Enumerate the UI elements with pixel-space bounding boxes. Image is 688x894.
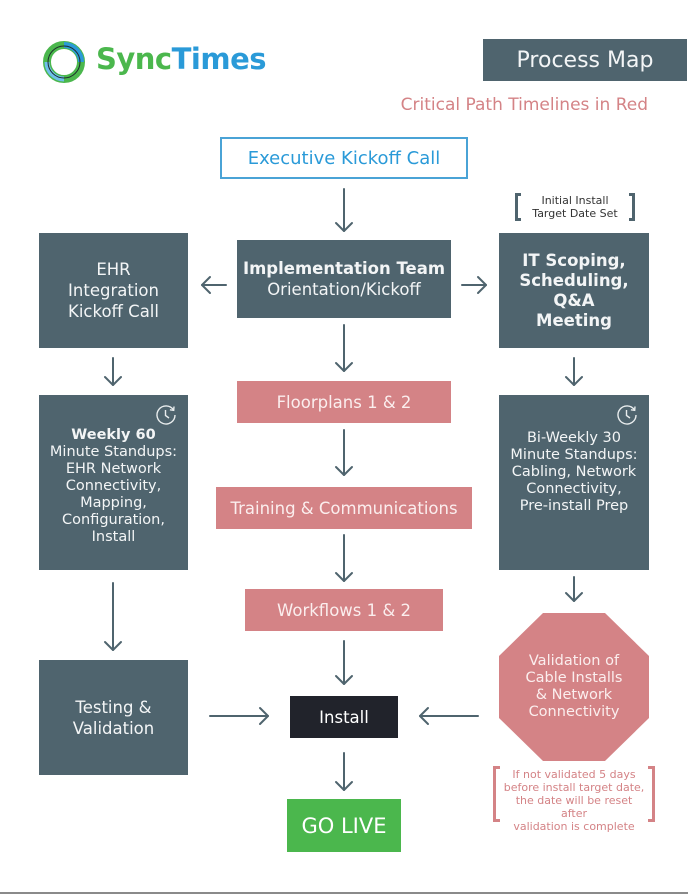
logo-wordmark: SyncTimes	[96, 42, 267, 76]
executive-kickoff-node: Executive Kickoff Call	[220, 137, 468, 179]
testing-validation-node: Testing & Validation	[39, 660, 188, 775]
install-node: Install	[290, 696, 398, 738]
reset-date-note: If not validated 5 days before install t…	[493, 766, 655, 833]
target-date-note-text: Initial Install Target Date Set	[532, 194, 618, 220]
arrow-right-icon	[461, 276, 487, 294]
bracket-right	[648, 766, 655, 822]
weekly-title: Weekly 60	[71, 427, 156, 443]
implementation-line2: Orientation/Kickoff	[267, 280, 421, 299]
floorplans-node: Floorplans 1 & 2	[237, 381, 451, 423]
implementation-kickoff-node: Implementation Team Orientation/Kickoff	[237, 240, 451, 318]
target-date-note: Initial Install Target Date Set	[515, 193, 635, 223]
sync-ring-icon	[43, 41, 85, 83]
bracket-left	[493, 766, 500, 822]
arrow-down-icon	[335, 188, 353, 232]
recurring-clock-icon	[617, 405, 637, 425]
arrow-down-icon	[565, 357, 583, 386]
go-live-node: GO LIVE	[287, 799, 401, 852]
validation-octagon-node: Validation of Cable Installs & Network C…	[499, 613, 649, 761]
implementation-line1: Implementation Team	[242, 259, 446, 278]
weekly-body: Minute Standups: EHR Network Connectivit…	[49, 444, 178, 545]
validation-text: Validation of Cable Installs & Network C…	[525, 653, 623, 720]
bracket-left	[515, 193, 521, 221]
biweekly-standups-node: Bi-Weekly 30 Minute Standups: Cabling, N…	[499, 395, 649, 570]
legend-subtitle: Critical Path Timelines in Red	[400, 95, 648, 115]
logo-times: Times	[171, 42, 267, 76]
reset-note-text: If not validated 5 days before install t…	[503, 768, 645, 833]
arrow-right-icon	[209, 707, 269, 725]
weekly-standups-node: Weekly 60 Minute Standups: EHR Network C…	[39, 395, 188, 570]
bracket-right	[629, 193, 635, 221]
training-node: Training & Communications	[216, 487, 472, 529]
arrow-down-icon	[104, 582, 122, 651]
recurring-clock-icon	[156, 405, 176, 425]
arrow-down-icon	[565, 576, 583, 602]
biweekly-body: Bi-Weekly 30 Minute Standups: Cabling, N…	[510, 430, 638, 514]
page-title: Process Map	[483, 39, 687, 81]
it-scoping-node: IT Scoping, Scheduling, Q&A Meeting	[499, 233, 649, 348]
arrow-down-icon	[104, 357, 122, 386]
arrow-down-icon	[335, 429, 353, 476]
arrow-left-icon	[201, 276, 227, 294]
logo-sync: Sync	[96, 42, 172, 76]
arrow-down-icon	[335, 324, 353, 372]
arrow-down-icon	[335, 752, 353, 791]
arrow-down-icon	[335, 534, 353, 582]
ehr-kickoff-node: EHR Integration Kickoff Call	[39, 233, 188, 348]
workflows-node: Workflows 1 & 2	[245, 589, 443, 631]
arrow-down-icon	[335, 640, 353, 685]
arrow-left-icon	[419, 707, 479, 725]
synctimes-logo: SyncTimes	[40, 38, 270, 86]
